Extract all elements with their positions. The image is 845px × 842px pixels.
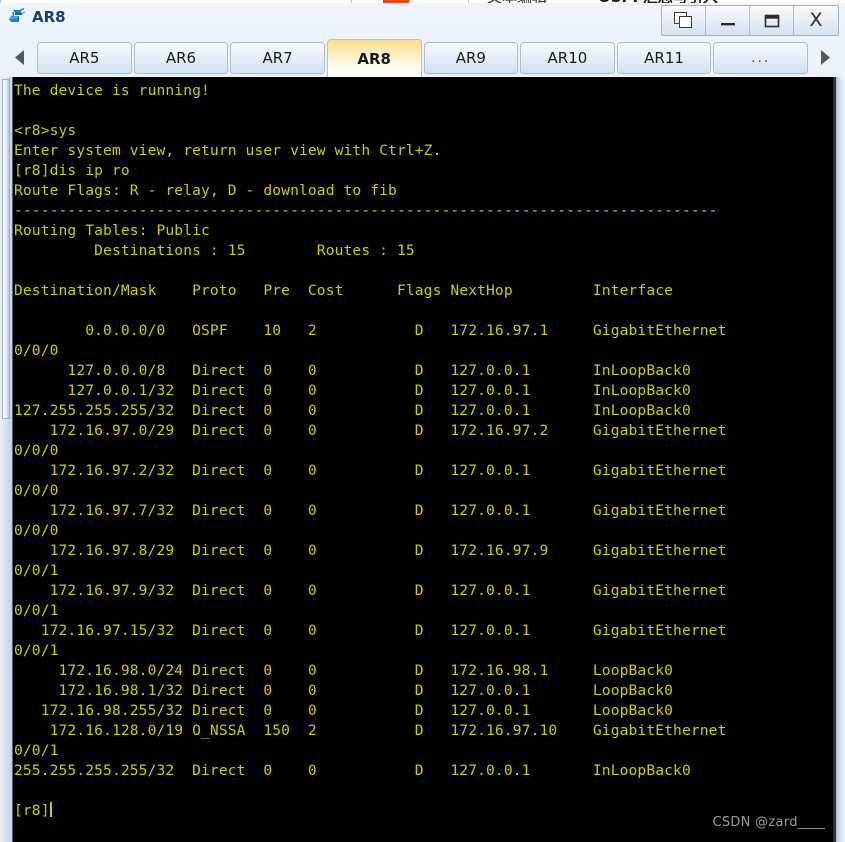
tab-label: AR8 (357, 49, 391, 68)
close-window-button[interactable]: X (794, 6, 838, 35)
terminal-line: 172.16.97.2/32 Direct 0 0 D 127.0.0.1 Gi… (14, 462, 727, 479)
maximize-icon (764, 14, 779, 27)
terminal-line: ----------------------------------------… (14, 202, 718, 219)
terminal-line: 127.0.0.0/8 Direct 0 0 D 127.0.0.1 InLoo… (14, 362, 691, 379)
ar8-console-window: AR8 X AR5 AR6 AR7 AR8 AR9 AR10 AR11 ... … (0, 3, 845, 842)
chevron-left-icon (15, 50, 24, 65)
tab-scroll-right-button[interactable] (808, 38, 841, 77)
terminal-line: 0.0.0.0/0 OSPF 10 2 D 172.16.97.1 Gigabi… (14, 322, 727, 339)
terminal-line: 0/0/1 (14, 642, 59, 659)
tab-more[interactable]: ... (713, 42, 808, 74)
router-icon (9, 7, 26, 22)
minimize-window-button[interactable] (706, 6, 750, 35)
watermark-text: CSDN @zard____ (712, 815, 825, 830)
tab-ar10[interactable]: AR10 (520, 42, 615, 74)
terminal-scrollbar-vertical[interactable] (0, 77, 13, 842)
close-icon: X (809, 9, 823, 31)
minimize-icon (720, 22, 735, 25)
text-cursor (49, 802, 52, 817)
tab-label: AR5 (69, 49, 100, 67)
device-tab-bar: AR5 AR6 AR7 AR8 AR9 AR10 AR11 ... (0, 36, 845, 77)
terminal-line: 0/0/1 (14, 562, 59, 579)
terminal-line: 172.16.97.7/32 Direct 0 0 D 127.0.0.1 Gi… (14, 502, 727, 519)
window-controls: X (661, 5, 839, 36)
terminal-line: Destination/Mask Proto Pre Cost Flags Ne… (14, 282, 674, 299)
terminal-line: 0/0/0 (14, 482, 59, 499)
scrollbar-thumb[interactable] (2, 79, 10, 419)
tab-ar11[interactable]: AR11 (616, 42, 712, 74)
tab-label: AR10 (547, 49, 588, 67)
tab-label: AR6 (165, 49, 197, 67)
terminal-right-border (836, 77, 845, 842)
terminal-line: 0/0/1 (14, 742, 59, 759)
tab-scroll-left-button[interactable] (4, 38, 37, 77)
tab-label: AR11 (644, 49, 684, 67)
tab-ar7[interactable]: AR7 (230, 42, 325, 74)
terminal-line: Route Flags: R - relay, D - download to … (14, 182, 397, 199)
terminal-line: 172.16.98.255/32 Direct 0 0 D 127.0.0.1 … (14, 702, 674, 719)
terminal-line: 0/0/0 (14, 442, 59, 459)
terminal-line: 255.255.255.255/32 Direct 0 0 D 127.0.0.… (14, 762, 691, 779)
window-title-group: AR8 (6, 7, 66, 27)
tab-ar9[interactable]: AR9 (423, 42, 519, 74)
cascade-icon (674, 12, 692, 28)
terminal-output[interactable]: The device is running! <r8>sys Enter syste… (14, 81, 832, 838)
tab-ar8[interactable]: AR8 (326, 39, 422, 77)
terminal-panel[interactable]: The device is running! <r8>sys Enter syste… (0, 77, 845, 842)
restore-window-button[interactable] (662, 6, 706, 35)
tab-label: ... (751, 50, 771, 66)
maximize-window-button[interactable] (750, 6, 794, 35)
terminal-line: 0/0/1 (14, 602, 59, 619)
terminal-line: 172.16.97.0/29 Direct 0 0 D 172.16.97.2 … (14, 422, 727, 439)
terminal-line: 172.16.97.8/29 Direct 0 0 D 172.16.97.9 … (14, 542, 727, 559)
tab-label: AR7 (262, 49, 293, 67)
terminal-line: 127.255.255.255/32 Direct 0 0 D 127.0.0.… (14, 402, 691, 419)
chevron-right-icon (821, 50, 830, 65)
tab-ar5[interactable]: AR5 (37, 42, 132, 74)
tab-ar6[interactable]: AR6 (133, 42, 229, 74)
terminal-line: [r8] (14, 802, 52, 819)
terminal-line: 172.16.98.0/24 Direct 0 0 D 172.16.98.1 … (14, 662, 674, 679)
terminal-line: Destinations : 15 Routes : 15 (14, 242, 415, 259)
tab-list: AR5 AR6 AR7 AR8 AR9 AR10 AR11 ... (37, 38, 808, 77)
terminal-line: 0/0/0 (14, 342, 59, 359)
terminal-line: 172.16.97.15/32 Direct 0 0 D 127.0.0.1 G… (14, 622, 727, 639)
window-title-bar[interactable]: AR8 X (0, 3, 845, 36)
window-title-text: AR8 (32, 8, 66, 26)
terminal-line: 127.0.0.1/32 Direct 0 0 D 127.0.0.1 InLo… (14, 382, 691, 399)
terminal-line: 172.16.97.9/32 Direct 0 0 D 127.0.0.1 Gi… (14, 582, 727, 599)
terminal-line: [r8]dis ip ro (14, 162, 130, 179)
terminal-line: 172.16.128.0/19 O_NSSA 150 2 D 172.16.97… (14, 722, 727, 739)
tab-label: AR9 (455, 49, 486, 67)
terminal-line: 172.16.98.1/32 Direct 0 0 D 127.0.0.1 Lo… (14, 682, 674, 699)
terminal-line: <r8>sys (14, 122, 77, 139)
terminal-line: Enter system view, return user view with… (14, 142, 442, 159)
terminal-line: The device is running! (14, 82, 210, 99)
terminal-line: Routing Tables: Public (14, 222, 210, 239)
terminal-line: 0/0/0 (14, 522, 59, 539)
